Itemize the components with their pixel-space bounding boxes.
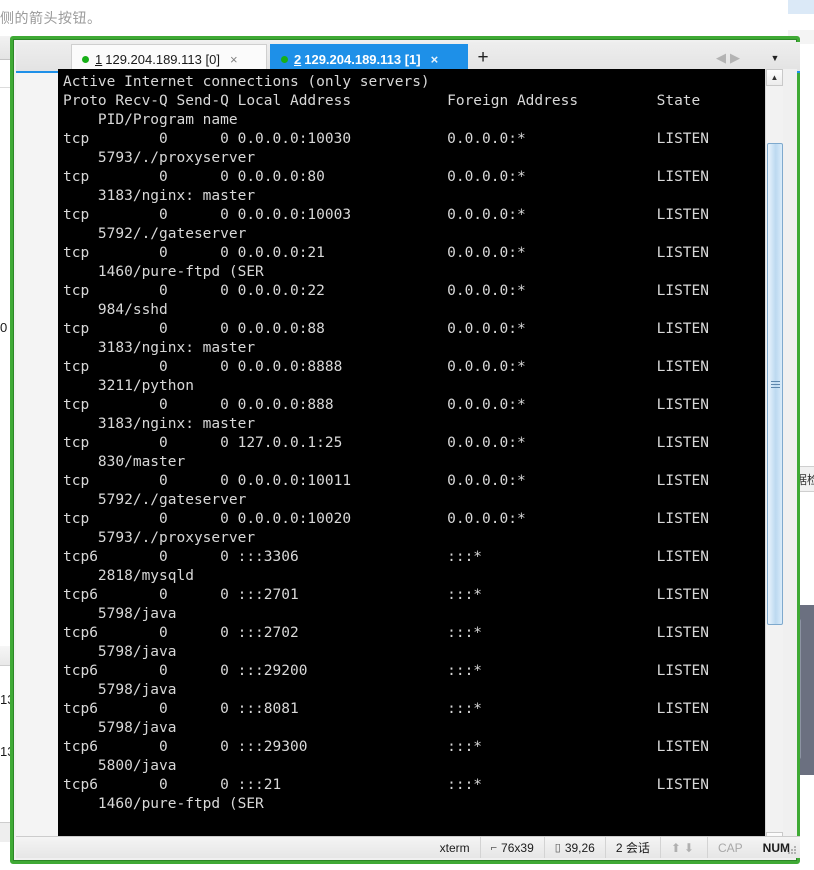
tab-title: 129.204.189.113 [1] xyxy=(304,51,421,67)
terminal-scrollbar[interactable]: ▲ ▼ xyxy=(765,69,783,849)
status-bar: xterm ⌐ 76x39 ▯ 39,26 2 会话 ⬆ ⬇ CAP NUM xyxy=(16,836,800,858)
tab-close-icon[interactable]: × xyxy=(230,52,238,67)
status-cursor: ▯ 39,26 xyxy=(543,837,605,858)
tab-number: 2 xyxy=(294,51,302,67)
terminal-right-padding xyxy=(783,69,797,849)
status-sessions: 2 会话 xyxy=(604,837,660,858)
screen-root: 侧的箭头按钮。 数据检查 ⊥ ✕ ▲ ▼ 0 13 13 1 xyxy=(0,0,814,870)
background-right-strip-top xyxy=(788,0,814,15)
connected-dot-icon xyxy=(281,55,288,63)
tab-nav-arrows[interactable]: ◀▶ xyxy=(716,50,756,68)
status-size-value: 76x39 xyxy=(501,840,534,855)
status-scroll-arrows[interactable]: ⬆ ⬇ xyxy=(659,837,707,858)
tab-nav-prev-icon[interactable]: ◀ xyxy=(716,50,730,65)
background-hint-text: 侧的箭头按钮。 xyxy=(0,10,102,26)
terminal-left-gutter xyxy=(16,73,58,839)
tab-list-dropdown-icon[interactable]: ▼ xyxy=(768,52,782,66)
terminal-output-area[interactable]: Active Internet connections (only server… xyxy=(58,69,797,839)
connected-dot-icon xyxy=(82,55,89,63)
tab-title: 129.204.189.113 [0] xyxy=(105,51,220,67)
terminal-window: 1 129.204.189.113 [0] × 2 129.204.189.11… xyxy=(10,36,800,864)
scroll-down-arrow-icon[interactable]: ⬇ xyxy=(684,841,697,855)
tab-close-icon[interactable]: × xyxy=(431,52,439,67)
tab-nav-next-icon[interactable]: ▶ xyxy=(730,50,744,65)
background-right-strip-band xyxy=(788,14,814,31)
tab-number: 1 xyxy=(95,51,103,67)
window-size-icon: ⌐ xyxy=(490,841,498,854)
status-terminal-type: xterm xyxy=(439,840,470,855)
cursor-position-icon: ▯ xyxy=(554,842,561,854)
new-tab-button[interactable]: + xyxy=(472,47,494,70)
scroll-up-arrow-icon[interactable]: ⬆ xyxy=(671,841,684,855)
status-caps-lock: CAP xyxy=(706,837,753,858)
terminal-text: Active Internet connections (only server… xyxy=(63,74,710,812)
scrollbar-grip-icon xyxy=(771,379,780,389)
status-size: ⌐ 76x39 xyxy=(479,837,544,858)
scroll-up-icon[interactable]: ▲ xyxy=(766,69,783,86)
status-cursor-value: 39,26 xyxy=(564,840,595,855)
terminal-scrollbar-thumb[interactable] xyxy=(767,143,783,625)
resize-grip-icon[interactable] xyxy=(786,844,798,856)
